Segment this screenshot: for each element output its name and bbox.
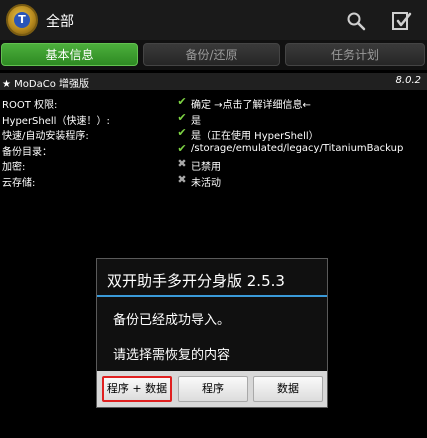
restore-app-button[interactable]: 程序 [178, 376, 248, 402]
dialog-divider [97, 295, 327, 297]
restore-data-button[interactable]: 数据 [253, 376, 323, 402]
edition-strip: ★ MoDaCo 增强版 8.0.2 [0, 73, 427, 90]
tab-overview[interactable]: 基本信息 [1, 43, 138, 66]
info-row-root[interactable]: ROOT 权限: ✔ 确定 →点击了解详细信息← [0, 95, 427, 111]
version-number: 8.0.2 [395, 75, 421, 86]
info-label: 备份目录： [2, 147, 52, 158]
search-icon[interactable] [346, 11, 366, 31]
info-label: 云存储: [2, 178, 36, 189]
info-value: 确定 →点击了解详细信息← [191, 100, 311, 111]
check-icon: ✔ [177, 126, 187, 139]
dialog-title: 双开助手多开分身版 2.5.3 [107, 272, 285, 290]
dialog-message: 备份已经成功导入。 [113, 313, 231, 328]
action-bar: T 全部 [0, 0, 427, 40]
info-label: 加密: [2, 162, 26, 173]
info-label: ROOT 权限: [2, 100, 58, 111]
info-value: 未活动 [191, 178, 221, 189]
dialog-prompt: 请选择需恢复的内容 [113, 348, 231, 363]
titanium-backup-logo-icon[interactable]: T [6, 4, 38, 36]
tab-backup-restore[interactable]: 备份/还原 [143, 43, 280, 66]
check-icon: ✔ [177, 111, 187, 124]
page-title[interactable]: 全部 [46, 11, 74, 31]
info-value: 是 [191, 116, 201, 127]
info-row-installer: 快速/自动安装程序: ✔ 是（正在使用 HyperShell） [0, 126, 427, 142]
check-icon: ✔ [177, 142, 187, 155]
info-row-cloud: 云存储: ✖ 未活动 [0, 173, 427, 189]
info-row-backup-dir: 备份目录： ✔ /storage/emulated/legacy/Titaniu… [0, 142, 427, 158]
dialog-button-bar: 程序 + 数据 程序 数据 [97, 371, 327, 407]
cross-icon: ✖ [177, 157, 187, 170]
info-row-hypershell: HyperShell（快速！）: ✔ 是 [0, 111, 427, 127]
cross-icon: ✖ [177, 173, 187, 186]
info-label: HyperShell（快速！）: [2, 116, 110, 127]
edition-name: ★ MoDaCo 增强版 [2, 79, 89, 90]
info-value: 已禁用 [191, 162, 221, 173]
restore-app-and-data-button[interactable]: 程序 + 数据 [102, 376, 172, 402]
logo-letter: T [14, 12, 30, 28]
info-label: 快速/自动安装程序: [2, 131, 89, 142]
batch-edit-icon[interactable] [392, 10, 412, 32]
restore-dialog: 双开助手多开分身版 2.5.3 备份已经成功导入。 请选择需恢复的内容 程序 +… [96, 258, 328, 408]
tab-schedules[interactable]: 任务计划 [285, 43, 425, 66]
info-row-encryption: 加密: ✖ 已禁用 [0, 157, 427, 173]
check-icon: ✔ [177, 95, 187, 108]
tab-bar: 基本信息 备份/还原 任务计划 [0, 40, 427, 70]
info-value: 是（正在使用 HyperShell） [191, 131, 319, 142]
info-value: /storage/emulated/legacy/TitaniumBackup [191, 143, 404, 154]
